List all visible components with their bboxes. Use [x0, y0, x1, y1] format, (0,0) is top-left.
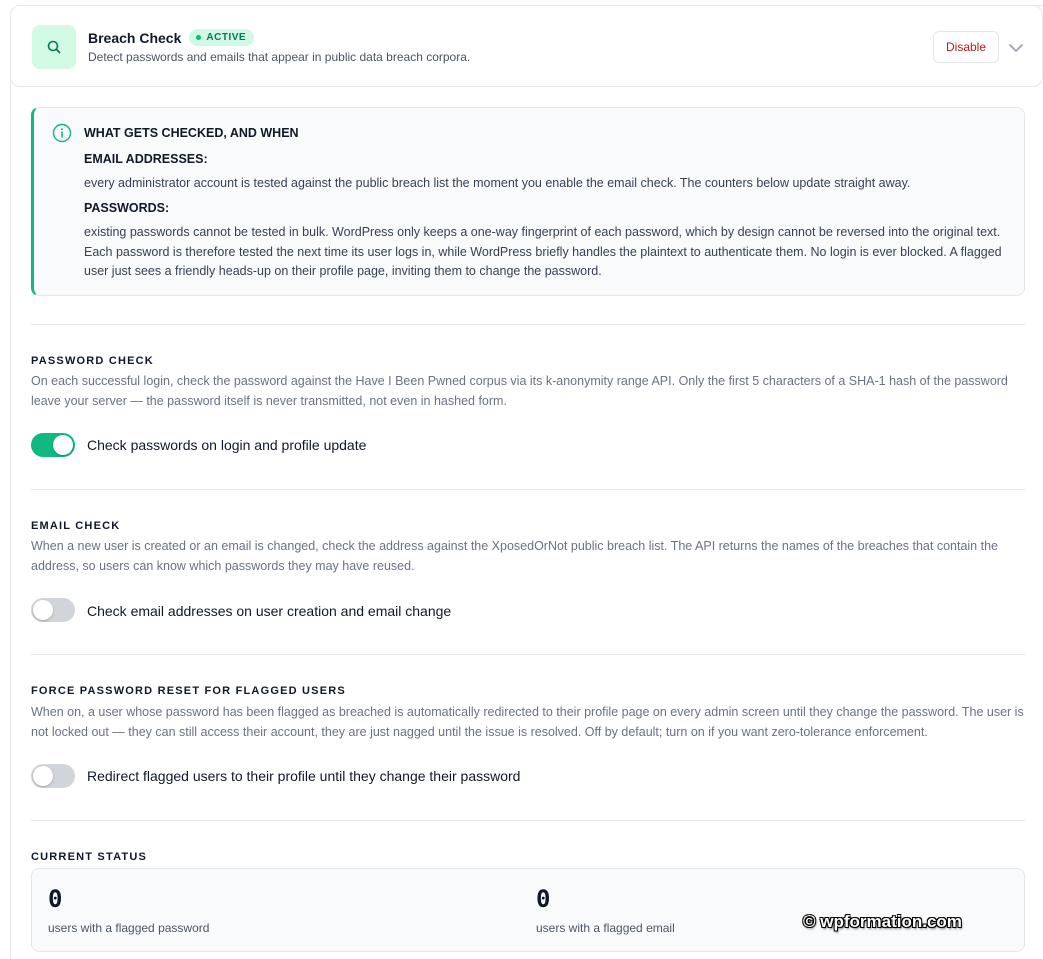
info-password-text: existing passwords cannot be tested in b… [84, 225, 1002, 278]
module-description: Detect passwords and emails that appear … [88, 50, 471, 64]
flagged-password-count: 0 [48, 885, 63, 913]
section-desc-force-reset: When on, a user whose password has been … [31, 705, 1024, 739]
section-title-force-reset: FORCE PASSWORD RESET FOR FLAGGED USERS [31, 685, 346, 697]
divider [31, 324, 1025, 325]
password-check-toggle-label[interactable]: Check passwords on login and profile upd… [87, 437, 366, 453]
info-email-heading: EMAIL ADDRESSES: [84, 152, 208, 166]
divider [31, 654, 1025, 655]
section-title-password-check: PASSWORD CHECK [31, 355, 154, 367]
flagged-email-count: 0 [536, 885, 551, 913]
info-password-heading: PASSWORDS: [84, 201, 170, 215]
divider [31, 820, 1025, 821]
info-icon [52, 123, 72, 143]
status-panel: 0 users with a flagged password 0 users … [31, 868, 1025, 952]
toggle-knob [33, 600, 53, 620]
module-title: Breach Check [88, 29, 182, 46]
search-icon [32, 25, 76, 69]
section-title-email-check: EMAIL CHECK [31, 520, 121, 532]
toggle-knob [53, 435, 73, 455]
flagged-email-label: users with a flagged email [536, 921, 675, 935]
status-badge: ACTIVE [189, 29, 255, 46]
force-reset-toggle[interactable] [31, 764, 75, 788]
info-title: WHAT GETS CHECKED, AND WHEN [84, 126, 299, 140]
module-header: Breach Check ACTIVE Detect passwords and… [10, 5, 1043, 87]
email-check-toggle[interactable] [31, 598, 75, 622]
flagged-password-label: users with a flagged password [48, 921, 210, 935]
status-badge-label: ACTIVE [206, 32, 247, 43]
toggle-knob [33, 766, 53, 786]
info-email-text: every administrator account is tested ag… [84, 176, 911, 190]
force-reset-toggle-label[interactable]: Redirect flagged users to their profile … [87, 768, 520, 784]
status-dot-icon [196, 35, 202, 40]
section-desc-password-check: On each successful login, check the pass… [31, 374, 1008, 408]
divider [31, 489, 1025, 490]
disable-button[interactable]: Disable [933, 31, 999, 63]
watermark: © wpformation.com [803, 912, 962, 931]
module-title-row: Breach Check ACTIVE [88, 29, 255, 46]
section-desc-email-check: When a new user is created or an email i… [31, 539, 998, 573]
email-check-toggle-label[interactable]: Check email addresses on user creation a… [87, 603, 451, 619]
info-notice: WHAT GETS CHECKED, AND WHEN EMAIL ADDRES… [31, 107, 1025, 296]
section-title-current-status: CURRENT STATUS [31, 851, 147, 863]
chevron-down-icon[interactable] [1008, 42, 1024, 54]
password-check-toggle[interactable] [31, 433, 75, 457]
